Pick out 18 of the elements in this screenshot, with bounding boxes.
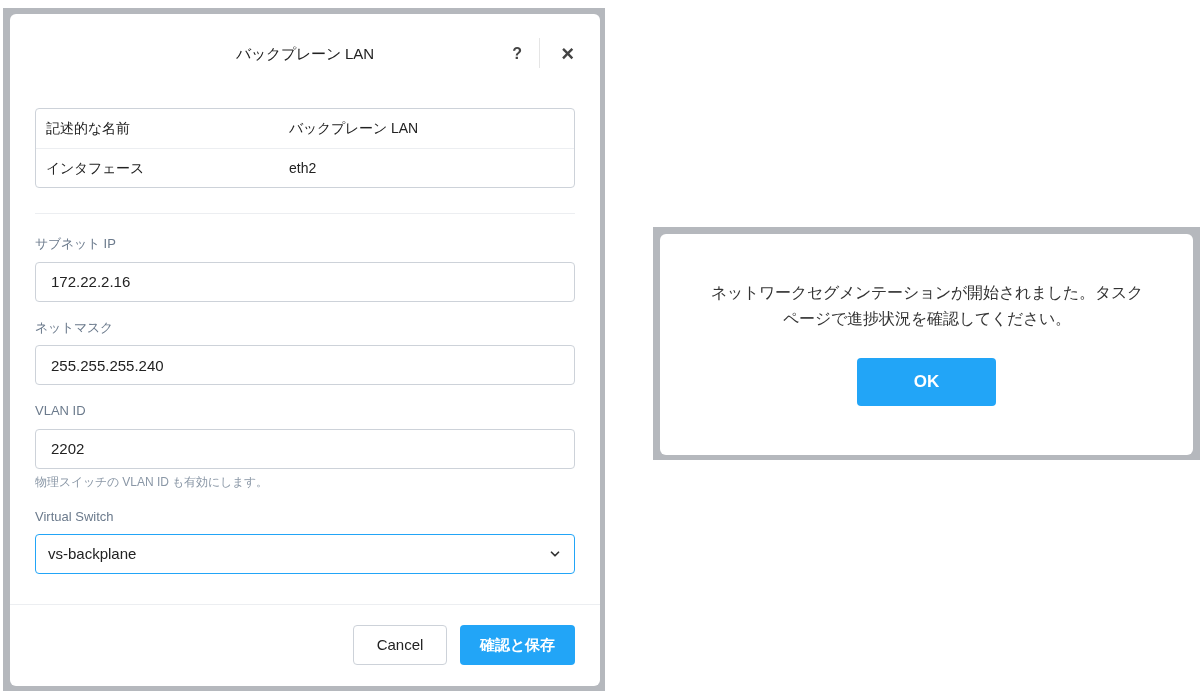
- field-label: Virtual Switch: [35, 507, 115, 526]
- input-field[interactable]: 172.22.2.16: [35, 261, 575, 302]
- input-field[interactable]: 2202: [35, 428, 575, 469]
- cancel-button[interactable]: Cancel: [353, 625, 447, 665]
- table-cell-text: インタフェース: [46, 158, 145, 178]
- table-cell-text: eth2: [289, 158, 317, 178]
- field-label: サブネット IP: [35, 235, 117, 253]
- select-field[interactable]: vs-backplane: [35, 534, 575, 574]
- dialog-title: バックプレーン LAN: [235, 43, 375, 64]
- table-cell-text: 記述的な名前: [46, 119, 131, 138]
- field-label: VLAN ID: [35, 402, 87, 420]
- field-label: ネットマスク: [35, 318, 114, 337]
- help-icon[interactable]: ?: [512, 42, 522, 66]
- field-hint: 物理スイッチの VLAN ID も有効にします。: [35, 473, 270, 491]
- confirmation-message: ネットワークセグメンテーションが開始されました。タスクページで進捗状況を確認してください。: [709, 283, 1144, 329]
- table-cell-text: バックプレーン LAN: [289, 119, 419, 138]
- input-field[interactable]: 255.255.255.240: [35, 345, 575, 385]
- close-button[interactable]: ×: [561, 43, 574, 65]
